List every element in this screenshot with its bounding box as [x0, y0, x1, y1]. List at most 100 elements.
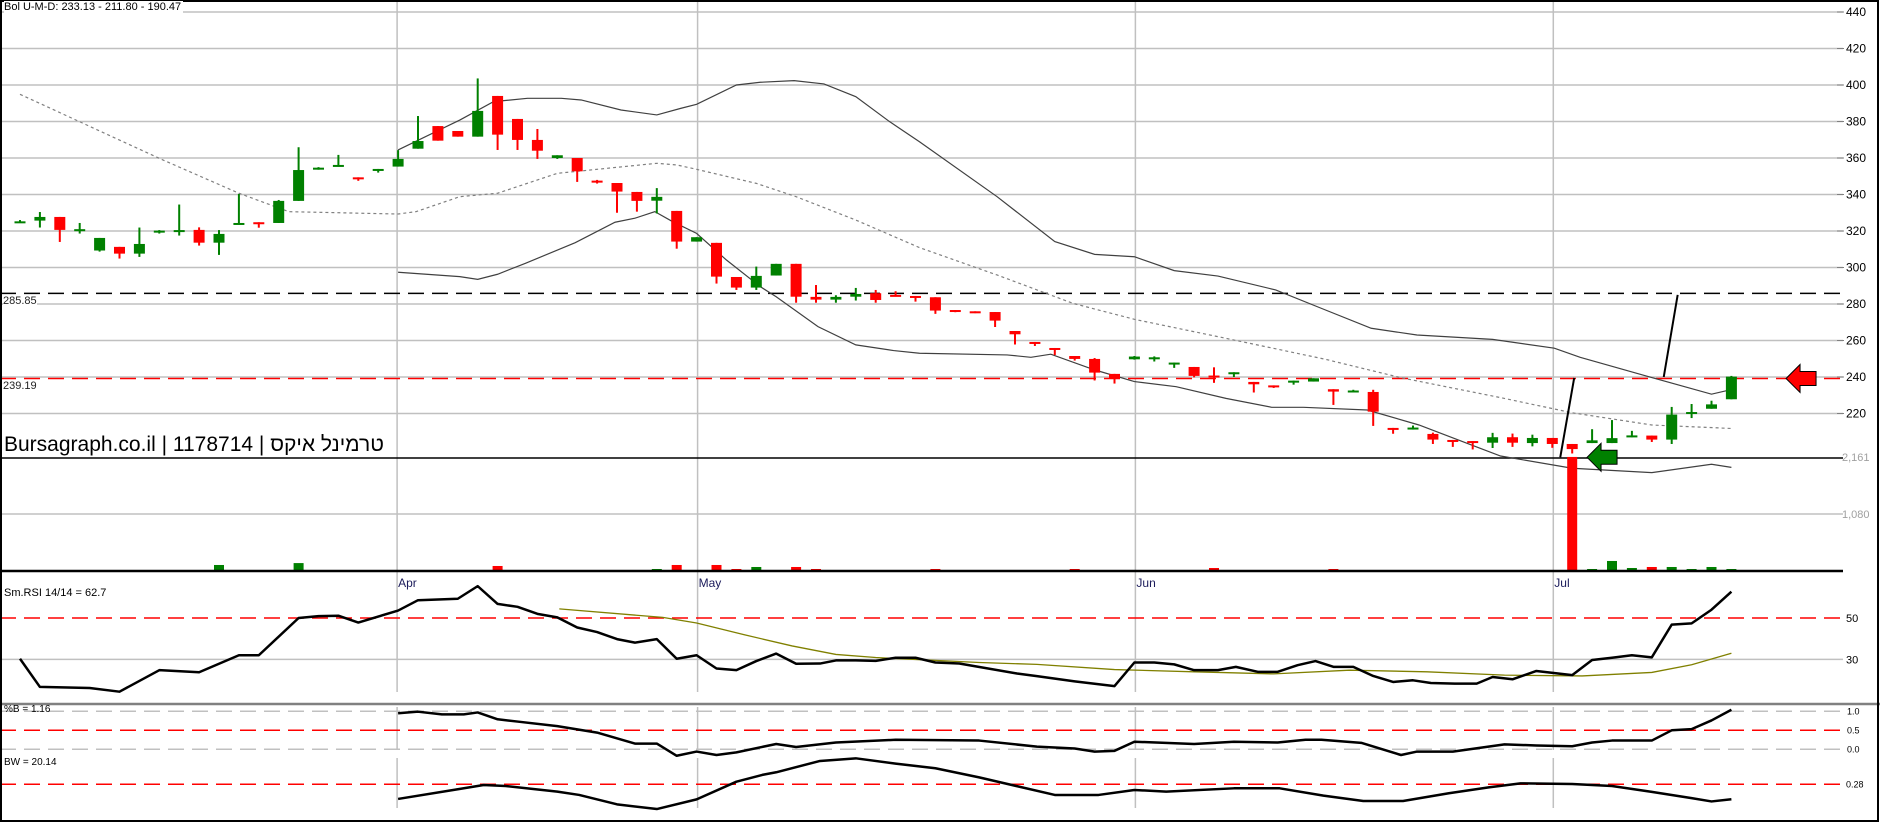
- rsi-tick-label: 30: [1846, 654, 1858, 666]
- candle-up: [1586, 440, 1598, 444]
- price-tick-label: 380: [1846, 115, 1866, 129]
- price-tick-label: 260: [1846, 334, 1866, 348]
- price-tick-label: 320: [1846, 224, 1866, 238]
- candle-up: [1725, 376, 1737, 400]
- candle-down: [1268, 385, 1280, 388]
- stock-chart: 220 240 260 280 300 320 340 360 380 400 420 440 1,08…: [0, 0, 1880, 823]
- candle-down: [1188, 366, 1200, 376]
- volume-bar: [1607, 560, 1617, 571]
- candle-down: [790, 263, 802, 297]
- candle-down: [929, 297, 941, 311]
- candle-down: [114, 246, 125, 254]
- candle-up: [1686, 412, 1698, 415]
- candle-down: [531, 139, 543, 151]
- candle-down: [492, 95, 504, 135]
- volume-bar: [1567, 456, 1578, 571]
- chart-canvas: 220 240 260 280 300 320 340 360 380 400 420 440 1,08…: [0, 0, 1880, 822]
- bollinger-upper-band: [397, 80, 1732, 395]
- price-tick-label: 240: [1846, 370, 1866, 384]
- candle-up: [1288, 380, 1300, 383]
- candle-down: [1646, 435, 1658, 440]
- level-label-support: 239.19: [3, 380, 37, 392]
- candle-up: [1407, 427, 1419, 430]
- candle-up: [1128, 356, 1140, 360]
- candle-up: [14, 221, 26, 224]
- candle-down: [1089, 358, 1101, 373]
- candle-down: [1029, 341, 1041, 344]
- candle-up: [770, 263, 782, 276]
- month-label: Jun: [1136, 576, 1155, 590]
- candle-down: [1327, 389, 1339, 392]
- candle-up: [691, 237, 703, 242]
- candle-up: [332, 164, 344, 167]
- candle-down: [810, 296, 822, 300]
- candle-down: [54, 216, 66, 230]
- candle-down: [452, 130, 464, 137]
- pctb-line: [398, 708, 1732, 758]
- candle-down: [193, 229, 205, 243]
- candle-up: [213, 233, 225, 243]
- sell-arrow-icon: [1785, 363, 1817, 394]
- rsi-line: [18, 584, 1733, 693]
- candle-down: [1109, 373, 1120, 379]
- candle-down: [571, 158, 583, 172]
- bollinger-legend: Bol U-M-D: 233.13 - 211.80 - 190.47: [4, 1, 184, 13]
- candle-up: [750, 275, 762, 288]
- candle-up: [34, 216, 46, 221]
- pctb-tick-label: 0.5: [1847, 725, 1860, 735]
- month-label: Apr: [398, 576, 417, 590]
- candle-down: [969, 311, 981, 314]
- candle-up: [1706, 404, 1717, 409]
- candle-down: [1208, 375, 1220, 378]
- candle-down: [730, 276, 742, 288]
- candle-up: [273, 200, 285, 223]
- candle-down: [1427, 433, 1439, 440]
- candle-down: [1507, 437, 1518, 443]
- candle-down: [611, 183, 623, 192]
- bw-label: BW = 20.14: [4, 757, 57, 768]
- candle-up: [651, 196, 663, 201]
- watermark: Bursagraph.co.il | 1178714 | טרמינל איקס: [4, 433, 384, 457]
- bollinger-lower-band: [398, 211, 1732, 474]
- candle-up: [850, 293, 862, 297]
- candle-down: [1387, 427, 1399, 430]
- candle-down: [1248, 381, 1260, 385]
- candle-down: [890, 294, 902, 297]
- price-tick-label: 420: [1846, 42, 1866, 56]
- candle-down: [432, 126, 444, 141]
- month-label: May: [699, 576, 722, 590]
- pctb-label: %B = 1.16: [4, 704, 51, 715]
- candle-up: [1347, 390, 1359, 393]
- price-tick-label: 400: [1846, 78, 1866, 92]
- price-tick-label: 440: [1846, 5, 1866, 19]
- candle-up: [1168, 362, 1180, 365]
- candle-down: [870, 293, 882, 300]
- candle-down: [631, 191, 643, 201]
- candle-down: [1467, 441, 1479, 444]
- candle-up: [293, 170, 305, 201]
- candle-up: [1606, 438, 1618, 444]
- trendline: [1662, 294, 1679, 378]
- candle-up: [412, 141, 424, 149]
- pctb-tick-label: 1.0: [1847, 706, 1860, 716]
- candle-down: [711, 242, 722, 277]
- price-tick-label: 220: [1846, 407, 1866, 421]
- candle-up: [1308, 378, 1319, 382]
- candle-up: [830, 296, 842, 300]
- volume-tick-label: 1,080: [1842, 509, 1870, 521]
- rsi-tick-label: 50: [1846, 613, 1858, 625]
- candle-down: [989, 312, 1001, 321]
- price-tick-label: 280: [1846, 297, 1866, 311]
- candle-up: [1666, 414, 1678, 440]
- candle-up: [1526, 437, 1538, 444]
- candle-down: [949, 310, 961, 313]
- candle-down: [1069, 356, 1081, 359]
- price-tick-label: 360: [1846, 151, 1866, 165]
- candle-up: [173, 230, 185, 233]
- candle-down: [591, 180, 603, 183]
- candle-up: [372, 168, 384, 171]
- volume-tick-label: 2,161: [1842, 452, 1870, 464]
- candle-down: [1546, 437, 1558, 444]
- rsi-label: Sm.RSI 14/14 = 62.7: [4, 587, 107, 599]
- rsi-signal-line: [559, 608, 1732, 677]
